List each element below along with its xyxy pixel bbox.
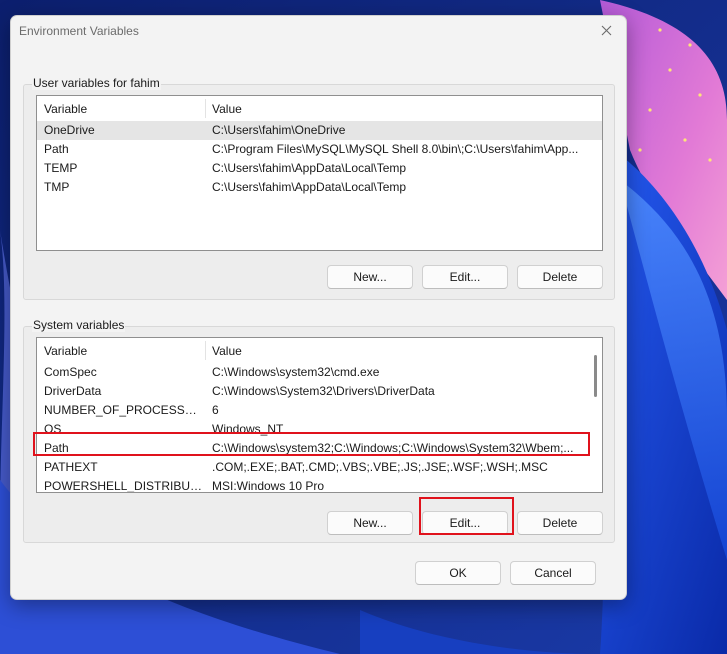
variable-name: TMP: [44, 180, 70, 194]
user-edit-button[interactable]: Edit...: [422, 265, 508, 289]
ok-button[interactable]: OK: [415, 561, 501, 585]
user-variables-label: User variables for fahim: [32, 76, 161, 90]
system-delete-button[interactable]: Delete: [517, 511, 603, 535]
column-header-variable[interactable]: Variable: [44, 102, 87, 116]
table-row[interactable]: TMP C:\Users\fahim\AppData\Local\Temp: [37, 178, 602, 197]
scrollbar-thumb[interactable]: [594, 355, 597, 397]
variable-name: OneDrive: [44, 123, 95, 137]
variable-value: .COM;.EXE;.BAT;.CMD;.VBS;.VBE;.JS;.JSE;.…: [212, 460, 548, 474]
variable-name: Path: [44, 441, 69, 455]
table-row[interactable]: Path C:\Windows\system32;C:\Windows;C:\W…: [37, 439, 602, 458]
variable-value: C:\Windows\system32;C:\Windows;C:\Window…: [212, 441, 574, 455]
variable-value: C:\Users\fahim\AppData\Local\Temp: [212, 180, 407, 194]
table-row[interactable]: PATHEXT .COM;.EXE;.BAT;.CMD;.VBS;.VBE;.J…: [37, 458, 602, 477]
variable-value: 6: [212, 403, 219, 417]
cancel-button[interactable]: Cancel: [510, 561, 596, 585]
window-title: Environment Variables: [19, 24, 139, 38]
variable-name: POWERSHELL_DISTRIBUTIO...: [44, 479, 204, 493]
table-row[interactable]: ComSpec C:\Windows\system32\cmd.exe: [37, 363, 602, 382]
column-header-value[interactable]: Value: [212, 344, 242, 358]
system-variables-list[interactable]: Variable Value ComSpec C:\Windows\system…: [36, 337, 603, 493]
variable-value: MSI:Windows 10 Pro: [212, 479, 325, 493]
column-separator: [205, 99, 206, 118]
system-variables-label: System variables: [32, 318, 126, 332]
system-new-button[interactable]: New...: [327, 511, 413, 535]
user-variables-group: User variables for fahim Variable Value …: [23, 76, 615, 300]
close-button[interactable]: [592, 19, 620, 45]
variable-name: OS: [44, 422, 62, 436]
table-row[interactable]: Path C:\Program Files\MySQL\MySQL Shell …: [37, 140, 602, 159]
user-delete-button[interactable]: Delete: [517, 265, 603, 289]
system-edit-button[interactable]: Edit...: [422, 511, 508, 535]
variable-name: ComSpec: [44, 365, 97, 379]
list-header: Variable Value: [37, 96, 602, 121]
table-row[interactable]: POWERSHELL_DISTRIBUTIO... MSI:Windows 10…: [37, 477, 602, 493]
user-variables-list[interactable]: Variable Value OneDrive C:\Users\fahim\O…: [36, 95, 603, 251]
variable-value: C:\Windows\system32\cmd.exe: [212, 365, 380, 379]
variable-value: C:\Users\fahim\AppData\Local\Temp: [212, 161, 407, 175]
column-header-value[interactable]: Value: [212, 102, 242, 116]
variable-name: PATHEXT: [44, 460, 98, 474]
variable-value: Windows_NT: [212, 422, 284, 436]
column-header-variable[interactable]: Variable: [44, 344, 87, 358]
variable-name: TEMP: [44, 161, 78, 175]
variable-name: DriverData: [44, 384, 102, 398]
column-separator: [205, 341, 206, 360]
table-row[interactable]: TEMP C:\Users\fahim\AppData\Local\Temp: [37, 159, 602, 178]
system-variables-group: System variables Variable Value ComSpec …: [23, 318, 615, 543]
environment-variables-dialog: Environment Variables User variables for…: [10, 15, 627, 600]
variable-value: C:\Windows\System32\Drivers\DriverData: [212, 384, 435, 398]
vertical-scrollbar[interactable]: [589, 339, 601, 491]
table-row[interactable]: DriverData C:\Windows\System32\Drivers\D…: [37, 382, 602, 401]
variable-name: NUMBER_OF_PROCESSORS: [44, 403, 204, 417]
variable-value: C:\Users\fahim\OneDrive: [212, 123, 346, 137]
table-row[interactable]: OS Windows_NT: [37, 420, 602, 439]
variable-name: Path: [44, 142, 69, 156]
table-row[interactable]: NUMBER_OF_PROCESSORS 6: [37, 401, 602, 420]
variable-value: C:\Program Files\MySQL\MySQL Shell 8.0\b…: [212, 142, 579, 156]
list-header: Variable Value: [37, 338, 602, 363]
user-new-button[interactable]: New...: [327, 265, 413, 289]
table-row[interactable]: OneDrive C:\Users\fahim\OneDrive: [37, 121, 602, 140]
close-icon: [601, 25, 612, 39]
